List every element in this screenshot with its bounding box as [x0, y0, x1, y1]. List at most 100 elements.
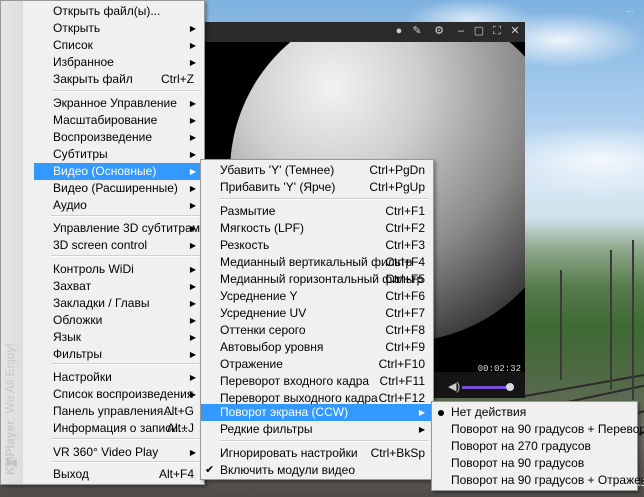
video_menu-item-shortcut: Ctrl+F5: [385, 272, 425, 286]
video_menu-item-label: Убавить 'Y' (Темнее): [220, 163, 335, 177]
video_menu-item[interactable]: Размытие Ctrl+F1: [201, 203, 431, 220]
menu-separator: [219, 198, 429, 200]
submenu-arrow-icon: ▶: [189, 350, 196, 359]
video_menu-item-shortcut: Ctrl+F4: [385, 255, 425, 269]
video_menu-item[interactable]: Поворот экрана (CCW) ▶: [201, 404, 431, 421]
main_menu-item[interactable]: Управление 3D субтитрами ▶: [34, 220, 207, 237]
playback-time: 00:02:32: [477, 364, 521, 374]
rotate_menu-item[interactable]: Поворот на 90 градусов + Переворот: [432, 421, 644, 438]
main_menu-item[interactable]: Захват ▶: [34, 278, 202, 295]
main_menu-item-label: Язык: [53, 330, 82, 344]
video_menu-item[interactable]: Усреднение Y Ctrl+F6: [201, 288, 431, 305]
rotate_menu-item-label: Поворот на 90 градусов + Переворот: [451, 422, 644, 436]
main_menu-item[interactable]: Открыть ▶: [34, 20, 202, 37]
video_menu-item[interactable]: Игнорировать настройки Ctrl+BkSp: [201, 445, 431, 462]
close-icon[interactable]: ✕: [508, 24, 522, 38]
main-context-menu: ⧓ KMPlayer We All Enjoy! Открыть файл(ы)…: [0, 0, 207, 485]
video_menu-item[interactable]: Автовыбор уровня Ctrl+F9: [201, 339, 431, 356]
main_menu-item-label: Контроль WiDi: [53, 262, 134, 276]
main_menu-item[interactable]: 3D screen control ▶: [34, 237, 202, 254]
submenu-arrow-icon: ▶: [189, 390, 196, 399]
video_menu-item[interactable]: Резкость Ctrl+F3: [201, 237, 431, 254]
main_menu-item[interactable]: Выход Alt+F4: [34, 466, 202, 483]
video_menu-item[interactable]: Отражение Ctrl+F10: [201, 356, 431, 373]
power-pole: [560, 270, 562, 380]
main_menu-item[interactable]: Обложки ▶: [34, 312, 202, 329]
volume-icon[interactable]: ◀): [448, 380, 460, 393]
main_menu-item[interactable]: Язык ▶: [34, 329, 202, 346]
menu-separator: [51, 363, 201, 365]
maximize-icon[interactable]: ▢: [472, 24, 486, 38]
submenu-arrow-icon: ▶: [189, 448, 196, 457]
settings-icon[interactable]: ⚙: [432, 24, 446, 38]
main_menu-item-label: Выход: [53, 467, 89, 481]
volume-slider[interactable]: [462, 383, 514, 391]
rail-line: [524, 372, 644, 397]
main_menu-item[interactable]: Аудио ▶: [34, 197, 202, 214]
toggle-icon[interactable]: ●: [392, 24, 406, 38]
fullscreen-icon[interactable]: ⛶: [490, 24, 504, 38]
video_menu-item-shortcut: Ctrl+F7: [385, 306, 425, 320]
rotate_menu-item[interactable]: Поворот на 90 градусов: [432, 455, 635, 472]
submenu-arrow-icon: ▶: [189, 58, 196, 67]
main_menu-item[interactable]: Открыть файл(ы)...: [34, 3, 202, 20]
main_menu-item[interactable]: Закладки / Главы ▶: [34, 295, 202, 312]
video_menu-item[interactable]: Оттенки серого Ctrl+F8: [201, 322, 431, 339]
video_menu-item-label: Усреднение Y: [220, 289, 298, 303]
main_menu-item-label: Аудио: [53, 198, 87, 212]
video_menu-item[interactable]: Переворот входного кадра Ctrl+F11: [201, 373, 431, 390]
video_menu-item[interactable]: Убавить 'Y' (Темнее) Ctrl+PgDn: [201, 162, 431, 179]
video_menu-item[interactable]: Медианный горизонтальный фильтр Ctrl+F5: [201, 271, 431, 288]
main_menu-item[interactable]: Список воспроизведения ▶: [34, 386, 202, 403]
main_menu-item[interactable]: Субтитры ▶: [34, 146, 202, 163]
pin-icon[interactable]: ✎: [410, 24, 424, 38]
main_menu-item[interactable]: Экранное Управление ▶: [34, 95, 202, 112]
video_menu-item[interactable]: ✔ Включить модули видео: [201, 462, 431, 479]
main_menu-item-label: Открыть файл(ы)...: [53, 4, 161, 18]
video_menu-item[interactable]: Усреднение UV Ctrl+F7: [201, 305, 431, 322]
main_menu-item[interactable]: Видео (Расширенные) ▶: [34, 180, 202, 197]
main_menu-item-label: Масштабирование: [53, 113, 158, 127]
video_menu-item-label: Размытие: [220, 204, 276, 218]
submenu-arrow-icon: ▶: [418, 425, 425, 434]
brand-slogan: We All Enjoy!: [3, 343, 17, 414]
main_menu-item[interactable]: Видео (Основные) ▶: [34, 163, 202, 180]
video_menu-item-shortcut: Ctrl+F8: [385, 323, 425, 337]
main_menu-item-shortcut: Alt+G: [163, 404, 194, 418]
video_menu-item-label: Прибавить 'Y' (Ярче): [220, 180, 336, 194]
main_menu-item-shortcut: Ctrl+Z: [161, 72, 194, 86]
checkmark-icon: ✔: [205, 464, 215, 476]
minimize-icon[interactable]: –: [454, 24, 468, 38]
volume-knob[interactable]: [505, 383, 514, 391]
rotate_menu-item[interactable]: Нет действия: [432, 404, 635, 421]
main_menu-item-label: Открыть: [53, 21, 101, 35]
video_menu-item[interactable]: Редкие фильтры ▶: [201, 421, 431, 438]
submenu-arrow-icon: ▶: [189, 316, 196, 325]
main_menu-item-label: Закладки / Главы: [53, 296, 150, 310]
main_menu-item[interactable]: VR 360° Video Play ▶: [34, 444, 202, 461]
rotate_menu-item[interactable]: Поворот на 90 градусов + Отражение: [432, 472, 644, 489]
main_menu-item-label: Экранное Управление: [53, 96, 177, 110]
rotate_menu-item[interactable]: Поворот на 270 градусов: [432, 438, 635, 455]
main_menu-item[interactable]: Информация о записи... Alt+J: [34, 420, 202, 437]
main_menu-item[interactable]: Настройки ▶: [34, 369, 202, 386]
main_menu-item[interactable]: Контроль WiDi ▶: [34, 261, 202, 278]
main_menu-item[interactable]: Фильтры ▶: [34, 346, 202, 363]
main_menu-item[interactable]: Закрыть файл Ctrl+Z: [34, 71, 202, 88]
video_menu-item[interactable]: Прибавить 'Y' (Ярче) Ctrl+PgUp: [201, 179, 431, 196]
main_menu-item[interactable]: Масштабирование ▶: [34, 112, 202, 129]
main_menu-item[interactable]: Список ▶: [34, 37, 202, 54]
main_menu-item-label: Субтитры: [53, 147, 108, 161]
main_menu-item-label: Избранное: [53, 55, 114, 69]
video_menu-item-label: Оттенки серого: [220, 323, 306, 337]
video_menu-item-label: Медианный вертикальный фильтр: [220, 255, 413, 269]
video_menu-item-shortcut: Ctrl+F3: [385, 238, 425, 252]
main_menu-item[interactable]: Панель управления... Alt+G: [34, 403, 202, 420]
main_menu-item-label: Управление 3D субтитрами: [53, 221, 207, 235]
main_menu-item[interactable]: Избранное ▶: [34, 54, 202, 71]
main_menu-item-label: Настройки: [53, 370, 112, 384]
video_menu-item[interactable]: Мягкость (LPF) Ctrl+F2: [201, 220, 431, 237]
video_menu-item[interactable]: Медианный вертикальный фильтр Ctrl+F4: [201, 254, 431, 271]
main_menu-item[interactable]: Воспроизведение ▶: [34, 129, 202, 146]
submenu-arrow-icon: ▶: [189, 373, 196, 382]
